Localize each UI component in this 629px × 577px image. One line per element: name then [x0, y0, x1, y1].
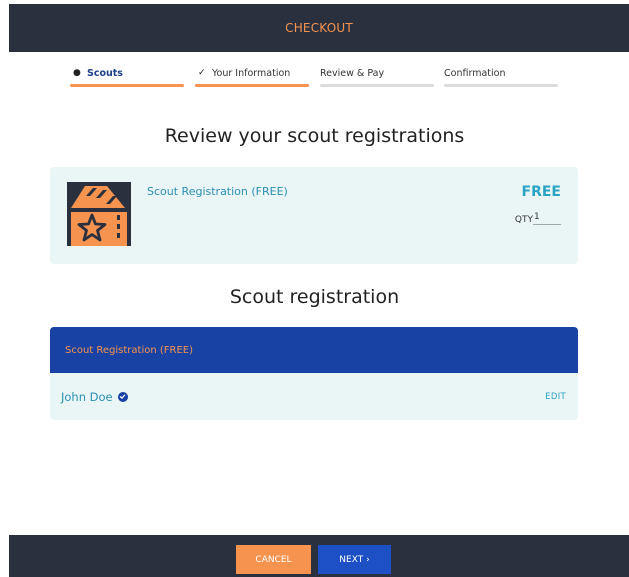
- item-name: Scout Registration (FREE): [147, 185, 288, 198]
- step-label: Review & Pay: [320, 67, 385, 79]
- step-confirmation[interactable]: Confirmation: [444, 66, 558, 87]
- step-your-information[interactable]: ✓ Your Information: [195, 66, 309, 87]
- step-scouts[interactable]: ● Scouts: [70, 66, 184, 87]
- step-progress-bar: [320, 84, 434, 87]
- step-progress-bar: [444, 84, 558, 87]
- registration-heading: Scout registration: [229, 286, 400, 308]
- checkout-stepper: ● Scouts ✓ Your Information Review & Pay…: [70, 66, 560, 90]
- review-heading: Review your scout registrations: [164, 125, 465, 147]
- step-label: Scouts: [87, 67, 123, 79]
- page-title: CHECKOUT: [285, 21, 353, 35]
- step-review-pay[interactable]: Review & Pay: [320, 66, 434, 87]
- step-progress-bar: [195, 84, 309, 87]
- step-label: Your Information: [212, 67, 291, 79]
- check-circle-icon: [117, 391, 128, 402]
- registrant-name: John Doe: [61, 389, 113, 404]
- step-label: Confirmation: [444, 67, 506, 79]
- edit-button[interactable]: EDIT: [545, 392, 566, 402]
- registration-card-header: Scout Registration (FREE): [50, 327, 578, 373]
- header-bar: CHECKOUT: [9, 4, 629, 52]
- cancel-button[interactable]: CANCEL: [236, 545, 311, 574]
- registration-card-title: Scout Registration (FREE): [65, 344, 194, 356]
- checkmark-icon: ✓: [198, 68, 206, 78]
- quantity-field[interactable]: QTY 1: [515, 212, 561, 225]
- checkout-page: CHECKOUT ● Scouts ✓ Your Information Rev…: [0, 0, 629, 577]
- qty-input[interactable]: 1: [533, 212, 561, 225]
- registration-item-card: Scout Registration (FREE) FREE QTY 1: [50, 167, 578, 264]
- scout-registration-card: Scout Registration (FREE) John Doe EDIT: [50, 327, 578, 420]
- step-progress-bar: [70, 84, 184, 87]
- next-button[interactable]: NEXT ›: [318, 545, 391, 574]
- registrant-row: John Doe EDIT: [50, 373, 578, 420]
- item-price: FREE: [521, 184, 561, 200]
- bullet-icon: ●: [73, 68, 81, 78]
- ticket-star-icon: [67, 182, 131, 246]
- qty-label: QTY: [514, 215, 533, 225]
